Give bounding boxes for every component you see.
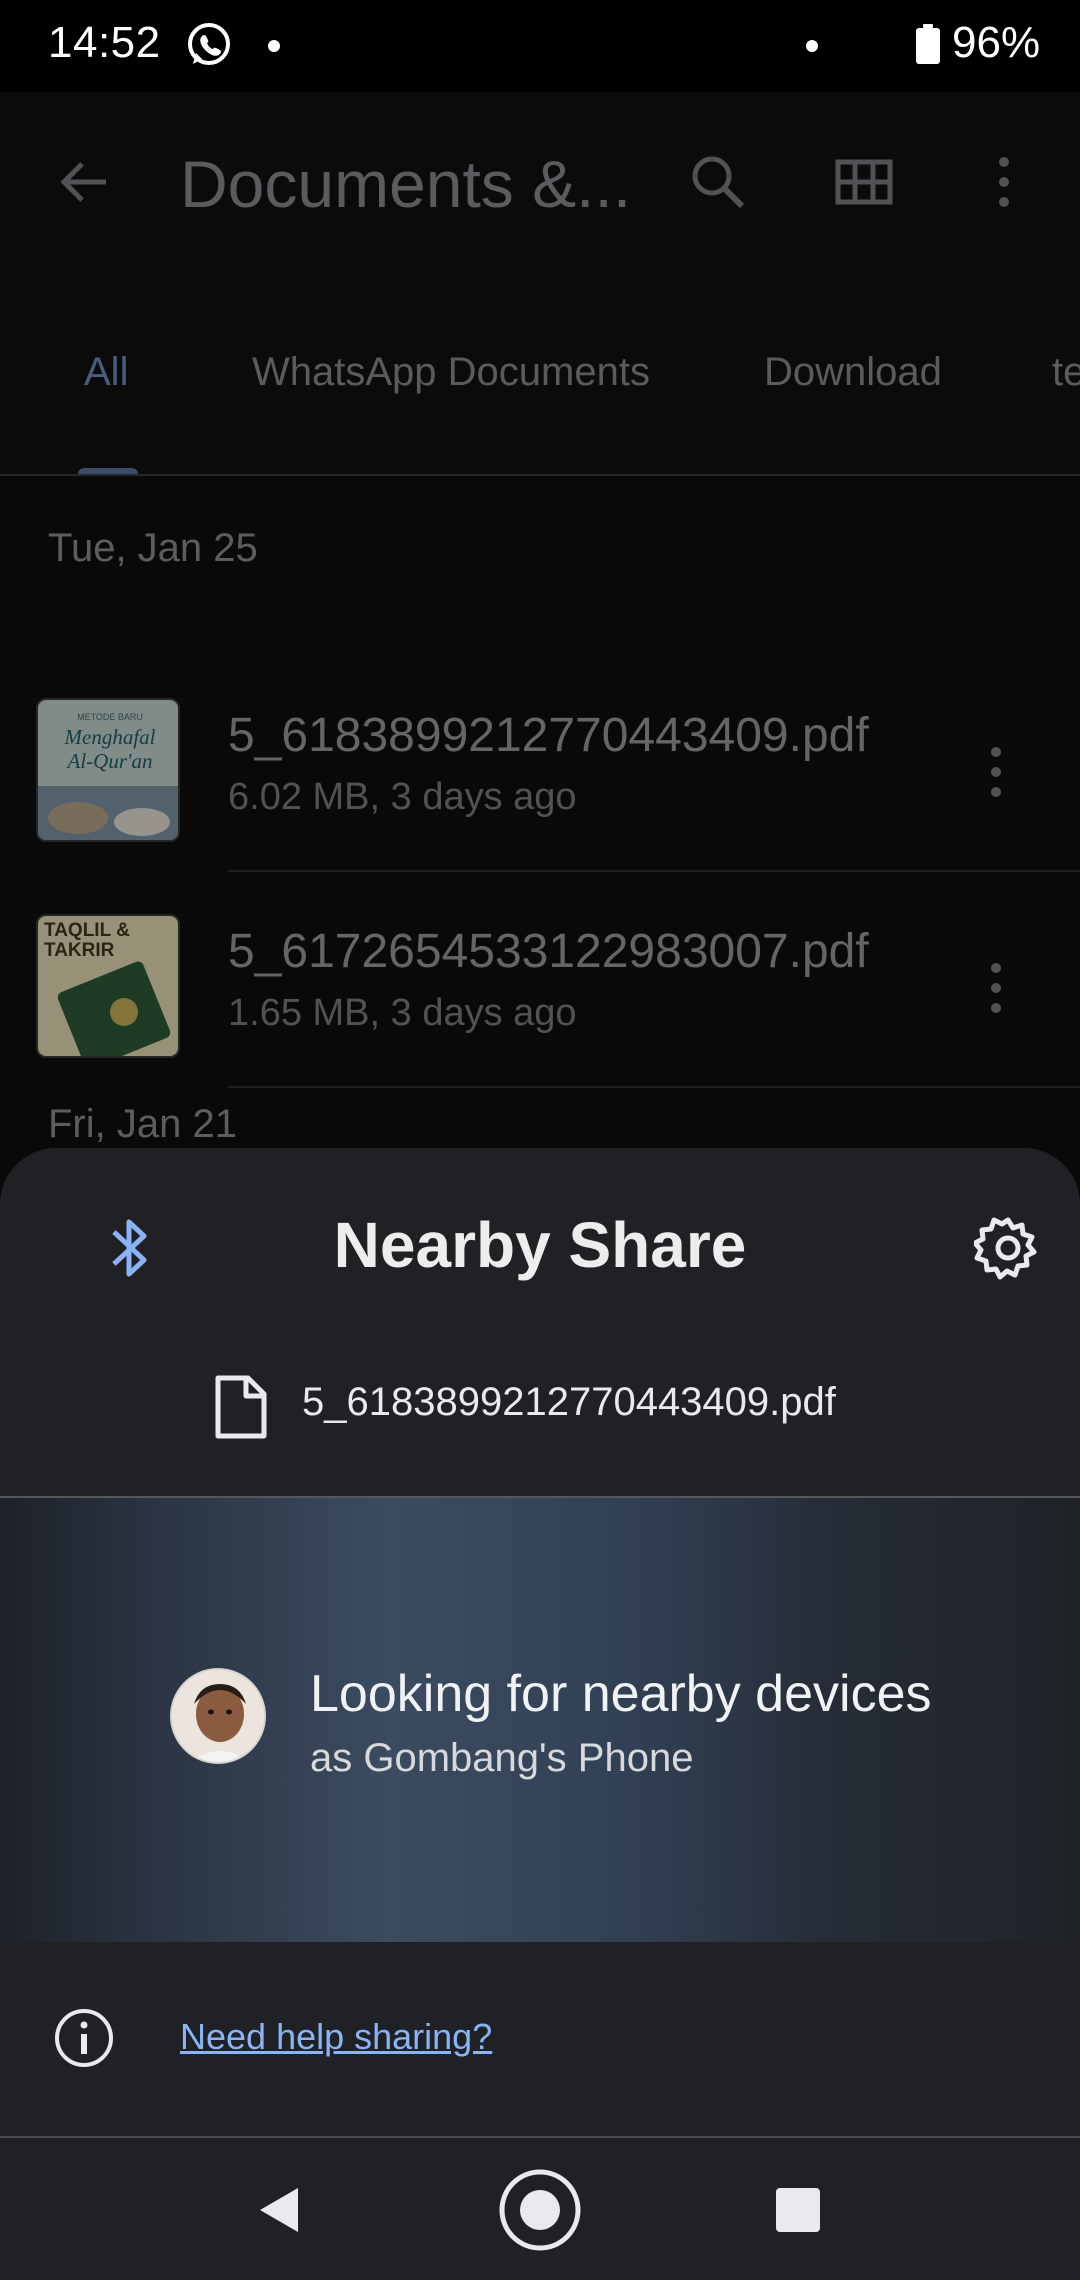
shared-file: 5_6183899212770443409.pdf: [0, 1368, 1080, 1458]
searching-status-title: Looking for nearby devices: [310, 1665, 932, 1723]
battery-icon: [916, 24, 940, 64]
sheet-title: Nearby Share: [333, 1209, 747, 1281]
settings-gear-icon[interactable]: [974, 1214, 1042, 1282]
document-icon: [215, 1375, 267, 1439]
avatar: [170, 1668, 266, 1764]
whatsapp-icon: [188, 23, 230, 65]
screen: 14:52 96% Documents &... All WhatsApp Do…: [0, 0, 1080, 2280]
help-row: Need help sharing?: [0, 1942, 1080, 2136]
status-time: 14:52: [48, 18, 161, 67]
need-help-sharing-link[interactable]: Need help sharing?: [180, 2016, 492, 2058]
notification-dot-icon: [268, 40, 280, 52]
info-icon: [55, 2009, 113, 2067]
status-bar: 14:52 96%: [0, 0, 1080, 92]
device-name-subtitle: as Gombang's Phone: [310, 1736, 694, 1780]
nav-recents-icon[interactable]: [762, 2174, 834, 2246]
shared-file-name: 5_6183899212770443409.pdf: [302, 1380, 836, 1424]
nearby-share-sheet: Nearby Share 5_6183899212770443409.pdf L…: [0, 1148, 1080, 2136]
status-dot-icon: [806, 40, 818, 52]
navigation-bar: [0, 2136, 1080, 2280]
device-search-area: Looking for nearby devices as Gombang's …: [0, 1498, 1080, 1942]
sheet-header: Nearby Share: [0, 1148, 1080, 1338]
nav-back-icon[interactable]: [244, 2174, 316, 2246]
battery-percent: 96%: [952, 18, 1041, 67]
nav-home-icon[interactable]: [498, 2168, 582, 2252]
